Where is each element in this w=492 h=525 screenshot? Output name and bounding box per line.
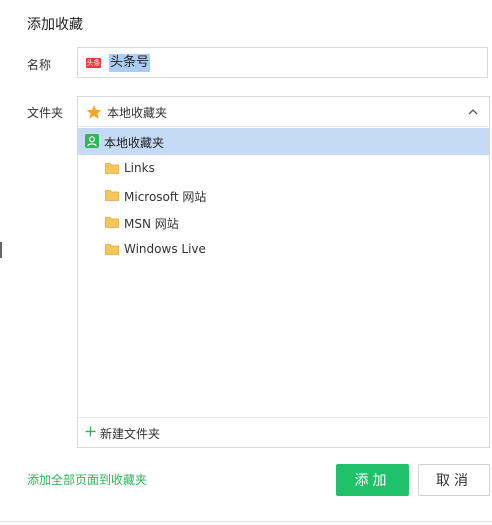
folder-icon (105, 244, 119, 255)
folder-dropdown-value: 本地收藏夹 (107, 106, 168, 120)
new-folder-label: 新建文件夹 (100, 427, 161, 441)
add-button[interactable]: 添加 (336, 464, 409, 496)
tree-item-label: Windows Live (124, 242, 206, 256)
tree-item[interactable]: Microsoft 网站 (78, 182, 489, 209)
add-all-pages-link[interactable]: 添加全部页面到收藏夹 (27, 471, 147, 488)
tree-item[interactable]: MSN 网站 (78, 209, 489, 236)
tree-item-label: MSN 网站 (124, 217, 179, 231)
name-label: 名称 (27, 58, 52, 72)
dialog-title: 添加收藏 (27, 17, 83, 33)
add-favorite-dialog: 添加收藏 名称 头条 头条号 文件夹 本地收藏夹 本地收藏夹 Links Mic… (0, 0, 492, 525)
window-edge-marker (0, 242, 2, 258)
name-field[interactable]: 头条 头条号 (77, 47, 488, 78)
new-folder-button[interactable]: 新建文件夹 (78, 417, 489, 447)
tree-item[interactable]: Links (78, 155, 489, 182)
star-icon (86, 105, 102, 119)
name-input[interactable]: 头条号 (109, 54, 151, 72)
plus-icon (85, 426, 96, 437)
bottom-divider (0, 521, 492, 522)
tree-item-local-favorites[interactable]: 本地收藏夹 (78, 128, 489, 155)
tree-root-label: 本地收藏夹 (104, 136, 165, 150)
chevron-up-icon[interactable] (467, 106, 479, 118)
tree-item-label: Links (124, 161, 155, 175)
folder-icon (105, 217, 119, 228)
tree-item[interactable]: Windows Live (78, 236, 489, 263)
user-icon (85, 134, 99, 148)
cancel-button[interactable]: 取消 (418, 464, 490, 496)
folder-panel: 本地收藏夹 本地收藏夹 Links Microsoft 网站 MSN 网站 Wi… (77, 96, 490, 448)
folder-icon (105, 163, 119, 174)
folder-dropdown[interactable]: 本地收藏夹 (78, 97, 489, 127)
folder-icon (105, 190, 119, 201)
tree-item-label: Microsoft 网站 (124, 190, 207, 204)
folder-label: 文件夹 (27, 106, 64, 120)
site-favicon-icon: 头条 (86, 58, 101, 68)
